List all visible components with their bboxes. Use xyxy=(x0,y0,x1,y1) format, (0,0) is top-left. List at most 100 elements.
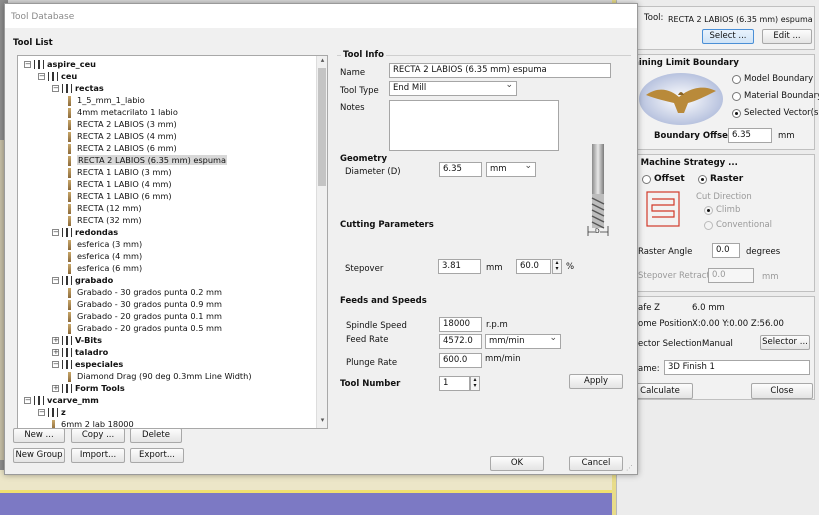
toolpath-name-input[interactable]: 3D Finish 1 xyxy=(664,360,810,375)
collapse-icon[interactable]: − xyxy=(24,61,31,68)
tool-number-spinner[interactable]: ▴ ▾ xyxy=(470,376,480,391)
tree-tool-row[interactable]: RECTA 2 LABIOS (6 mm) xyxy=(68,142,177,154)
tree-tool-row[interactable]: 1_5_mm_1_labio xyxy=(68,94,145,106)
tool-group-icon xyxy=(48,72,58,81)
tree-scrollbar[interactable]: ▴ ▾ xyxy=(316,56,327,428)
tree-tool-row[interactable]: Grabado - 30 grados punta 0.2 mm xyxy=(68,286,222,298)
tree-tool-row[interactable]: RECTA 2 LABIOS (4 mm) xyxy=(68,130,177,142)
tree-tool-row[interactable]: Grabado - 20 grados punta 0.1 mm xyxy=(68,310,222,322)
tree-item-label: RECTA (12 mm) xyxy=(77,203,142,213)
collapse-icon[interactable]: − xyxy=(52,277,59,284)
selected-vectors-radio[interactable] xyxy=(732,109,741,118)
tree-tool-row[interactable]: RECTA 1 LABIO (6 mm) xyxy=(68,190,172,202)
tree-tool-row[interactable]: RECTA 1 LABIO (4 mm) xyxy=(68,178,172,190)
raster-radio[interactable] xyxy=(698,175,707,184)
tree-tool-row[interactable]: 4mm metacrilato 1 labio xyxy=(68,106,178,118)
collapse-icon[interactable]: − xyxy=(38,409,45,416)
collapse-icon[interactable]: − xyxy=(52,229,59,236)
stepover-retract-input[interactable]: 0.0 xyxy=(708,268,754,283)
tool-bit-icon xyxy=(68,263,71,274)
notes-textarea[interactable] xyxy=(389,100,559,151)
feed-rate-input[interactable]: 4572.0 xyxy=(439,334,482,349)
tree-tool-row[interactable]: Grabado - 30 grados punta 0.9 mm xyxy=(68,298,222,310)
tree-tool-row[interactable]: esferica (6 mm) xyxy=(68,262,142,274)
boundary-offset-input[interactable]: 6.35 xyxy=(728,128,772,143)
tree-folder-row[interactable]: − especiales xyxy=(52,358,123,370)
raster-angle-label: Raster Angle xyxy=(638,247,693,257)
tree-tool-row[interactable]: RECTA 2 LABIOS (3 mm) xyxy=(68,118,177,130)
feed-rate-units-select[interactable]: mm/min xyxy=(485,332,561,349)
tool-number-input[interactable]: 1 xyxy=(439,376,470,391)
expand-icon[interactable]: + xyxy=(52,337,59,344)
new-tool-button[interactable]: New ... xyxy=(13,428,65,443)
edit-tool-button[interactable]: Edit ... xyxy=(762,29,812,44)
tree-folder-row[interactable]: + V-Bits xyxy=(52,334,102,346)
tree-folder-row[interactable]: − redondas xyxy=(52,226,118,238)
conventional-radio[interactable] xyxy=(704,221,713,230)
plunge-rate-input[interactable]: 600.0 xyxy=(439,353,482,368)
stepover-input[interactable]: 3.81 xyxy=(438,259,481,274)
material-boundary-radio[interactable] xyxy=(732,92,741,101)
tree-folder-row[interactable]: + Form Tools xyxy=(52,382,125,394)
select-tool-button[interactable]: Select ... xyxy=(702,29,754,44)
tree-tool-row[interactable]: RECTA 1 LABIO (3 mm) xyxy=(68,166,172,178)
import-button[interactable]: Import... xyxy=(71,448,125,463)
tree-tool-row[interactable]: Grabado - 20 grados punta 0.5 mm xyxy=(68,322,222,334)
collapse-icon[interactable]: − xyxy=(38,73,45,80)
stepover-percent-spinner[interactable]: ▴ ▾ xyxy=(552,259,562,274)
tree-tool-row[interactable]: RECTA (32 mm) xyxy=(68,214,142,226)
selector-button[interactable]: Selector ... xyxy=(760,335,810,350)
tool-tree[interactable]: − aspire_ceu − ceu − rectas 1_5_mm_1_labio 4mm … xyxy=(17,55,328,429)
tree-folder-row[interactable]: − rectas xyxy=(52,82,104,94)
tool-group-icon xyxy=(62,228,72,237)
scroll-up-arrow-icon[interactable]: ▴ xyxy=(318,56,327,66)
ok-button[interactable]: OK xyxy=(490,456,544,471)
collapse-icon[interactable]: − xyxy=(52,361,59,368)
tool-name-input[interactable]: RECTA 2 LABIOS (6.35 mm) espuma xyxy=(389,63,611,78)
copy-tool-button[interactable]: Copy ... xyxy=(71,428,125,443)
tree-tool-row[interactable]: esferica (4 mm) xyxy=(68,250,142,262)
tree-item-label: redondas xyxy=(75,227,119,237)
collapse-icon[interactable]: − xyxy=(52,85,59,92)
tool-bit-icon xyxy=(68,203,71,214)
tree-folder-row[interactable]: − aspire_ceu xyxy=(24,58,96,70)
model-boundary-radio[interactable] xyxy=(732,75,741,84)
tree-folder-row[interactable]: + taladro xyxy=(52,346,108,358)
stepover-percent-input[interactable]: 60.0 xyxy=(516,259,551,274)
tree-folder-row[interactable]: − ceu xyxy=(38,70,77,82)
close-button[interactable]: Close xyxy=(751,383,813,399)
tree-tool-row[interactable]: RECTA 2 LABIOS (6.35 mm) espuma xyxy=(68,154,228,166)
offset-radio[interactable] xyxy=(642,175,651,184)
delete-tool-button[interactable]: Delete xyxy=(130,428,182,443)
raster-angle-input[interactable]: 0.0 xyxy=(712,243,740,258)
area-machine-strategy-section: rea Machine Strategy ... Offset Raster C… xyxy=(621,154,815,292)
diameter-input[interactable]: 6.35 xyxy=(439,162,482,177)
collapse-icon[interactable]: − xyxy=(24,397,31,404)
tree-tool-row[interactable]: esferica (3 mm) xyxy=(68,238,142,250)
export-button[interactable]: Export... xyxy=(130,448,184,463)
tree-folder-row[interactable]: − grabado xyxy=(52,274,113,286)
cutting-parameters-heading: Cutting Parameters xyxy=(340,220,434,230)
tree-item-label: z xyxy=(61,407,66,417)
resize-grip-icon[interactable]: ⋰ xyxy=(626,464,635,473)
tool-type-select[interactable]: End Mill xyxy=(389,79,517,96)
climb-radio[interactable] xyxy=(704,206,713,215)
tool-group-icon xyxy=(62,84,72,93)
cancel-button[interactable]: Cancel xyxy=(569,456,623,471)
expand-icon[interactable]: + xyxy=(52,385,59,392)
diameter-units-select[interactable]: mm xyxy=(486,160,536,177)
mlb-heading: achining Limit Boundary xyxy=(622,58,739,68)
tool-section: Tool: RECTA 2 LABIOS (6.35 mm) espuma Se… xyxy=(621,6,815,50)
tree-tool-row[interactable]: RECTA (12 mm) xyxy=(68,202,142,214)
tree-folder-row[interactable]: − vcarve_mm xyxy=(24,394,99,406)
expand-icon[interactable]: + xyxy=(52,349,59,356)
tree-tool-row[interactable]: Diamond Drag (90 deg 0.3mm Line Width) xyxy=(68,370,252,382)
tree-item-label: grabado xyxy=(75,275,114,285)
scroll-down-arrow-icon[interactable]: ▾ xyxy=(318,416,327,426)
new-group-button[interactable]: New Group xyxy=(13,448,65,463)
dialog-titlebar[interactable]: Tool Database xyxy=(5,4,637,28)
apply-button[interactable]: Apply xyxy=(569,374,623,389)
tree-folder-row[interactable]: − z xyxy=(38,406,66,418)
spindle-speed-input[interactable]: 18000 xyxy=(439,317,482,332)
tree-scrollbar-thumb[interactable] xyxy=(318,68,326,186)
